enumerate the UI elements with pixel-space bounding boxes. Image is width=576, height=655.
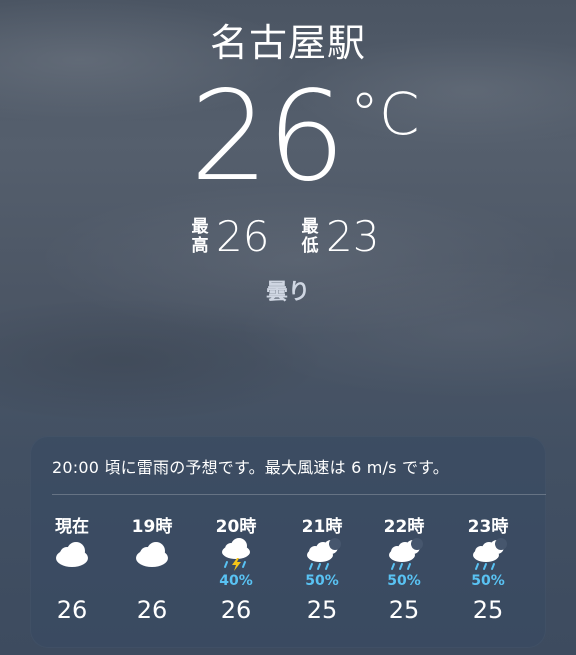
hour-precip: 50% <box>305 573 339 589</box>
hour-temp: 26 <box>56 596 88 624</box>
weather-condition: 曇り <box>265 280 310 305</box>
location-name: 名古屋駅 <box>209 21 366 65</box>
cloud-icon <box>132 538 172 572</box>
hourly-forecast-list[interactable]: 現在 26 19時 26 20時 40% 26 21時 50% 25 22時 5… <box>30 508 546 638</box>
current-temperature: 26 °C <box>0 72 576 202</box>
hour-label: 23時 <box>467 517 509 537</box>
current-weather-header: 名古屋駅 26 °C 最高 26 最低 23 曇り <box>0 0 576 320</box>
hour-temp: 25 <box>306 596 338 624</box>
hour-temp: 26 <box>220 596 252 624</box>
low-value: 23 <box>326 212 380 261</box>
forecast-summary: 20:00 頃に雷雨の予想です。最大風速は 6 m/s です。 <box>52 458 449 477</box>
cloud-icon <box>52 538 92 572</box>
hour-label: 20時 <box>215 517 257 537</box>
hourly-forecast-card[interactable]: 20:00 頃に雷雨の予想です。最大風速は 6 m/s です。 現在 26 19… <box>30 436 546 648</box>
hour-precip: 40% <box>219 573 253 589</box>
hour-item-now: 現在 26 <box>30 508 114 638</box>
hour-item-20: 20時 40% 26 <box>194 508 278 638</box>
hour-temp: 26 <box>136 596 168 624</box>
hour-item-19: 19時 26 <box>110 508 194 638</box>
thunderstorm-icon <box>216 538 256 572</box>
moon-rain-icon <box>302 538 342 572</box>
hour-label: 19時 <box>131 517 173 537</box>
high-low-temperatures: 最高 26 最低 23 <box>0 214 576 264</box>
hour-precip: 50% <box>387 573 421 589</box>
moon-rain-icon <box>384 538 424 572</box>
temperature-unit: °C <box>350 80 420 148</box>
hour-label: 22時 <box>383 517 425 537</box>
high-value: 26 <box>216 212 270 261</box>
hour-temp: 25 <box>472 596 504 624</box>
hour-item-22: 22時 50% 25 <box>362 508 446 638</box>
hour-precip: 50% <box>471 573 505 589</box>
hour-label: 現在 <box>55 517 89 537</box>
hour-label: 21時 <box>301 517 343 537</box>
hour-temp: 25 <box>388 596 420 624</box>
temperature-value: 26 <box>190 65 346 209</box>
card-divider <box>52 494 546 495</box>
moon-rain-icon <box>468 538 508 572</box>
low-label: 最低 <box>301 217 319 256</box>
high-label: 最高 <box>191 217 209 256</box>
hour-item-21: 21時 50% 25 <box>280 508 364 638</box>
hour-item-23: 23時 50% 25 <box>446 508 530 638</box>
